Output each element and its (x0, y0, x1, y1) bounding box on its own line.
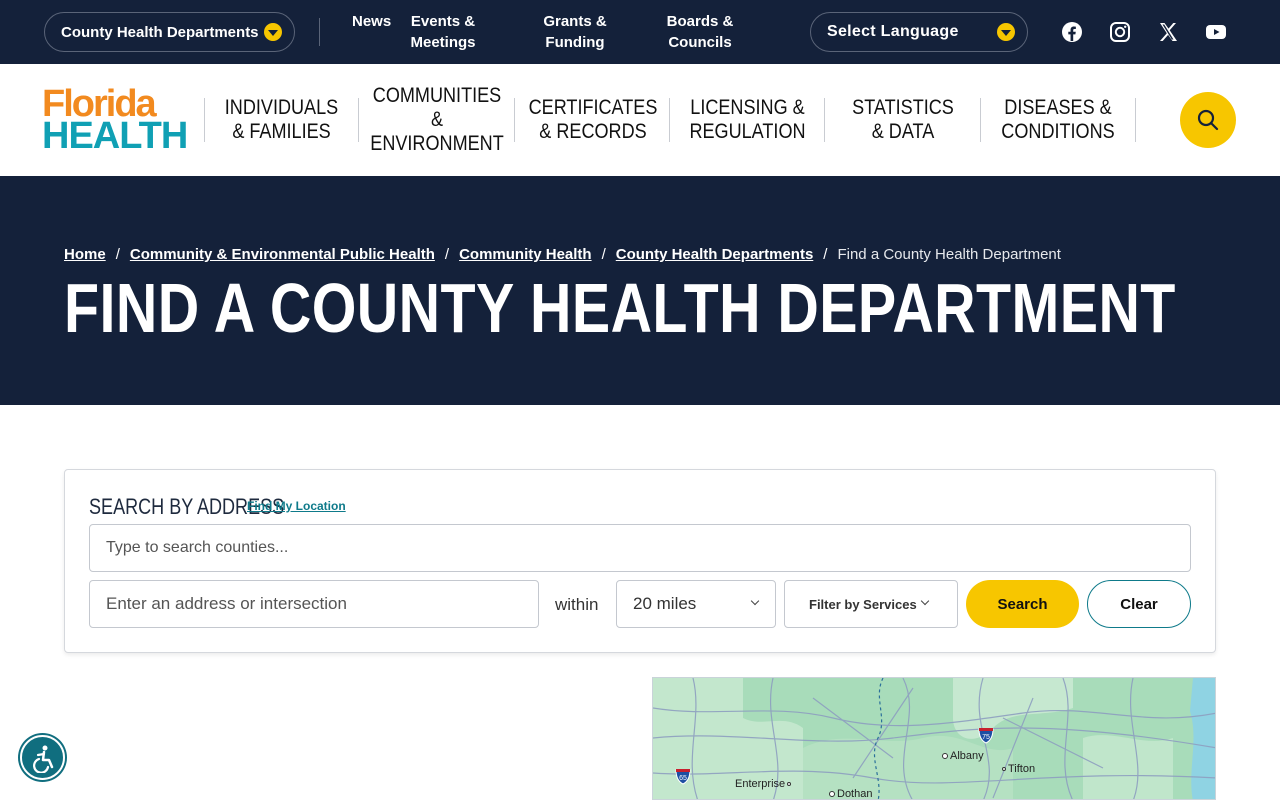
search-card: SEARCH BY ADDRESS Find My Location withi… (64, 469, 1216, 653)
divider (980, 98, 981, 142)
map-place-albany: Albany (942, 750, 984, 762)
county-dropdown-label: County Health Departments (61, 23, 259, 41)
site-search-button[interactable] (1180, 92, 1236, 148)
map-place-albany-label: Albany (950, 750, 984, 762)
interstate-shield-icon: 75 (978, 728, 994, 744)
nav-statistics-data[interactable]: STATISTICS & DATA (847, 64, 959, 176)
breadcrumb-separator: / (601, 246, 606, 263)
highway-65-label: 65 (679, 775, 687, 782)
accessibility-button[interactable] (20, 735, 65, 780)
instagram-icon[interactable] (1108, 20, 1132, 44)
distance-value: 20 miles (633, 594, 697, 613)
divider (1135, 98, 1136, 142)
chevron-down-icon (750, 596, 760, 606)
news-link[interactable]: News (352, 11, 391, 32)
map-place-dothan: Dothan (829, 788, 873, 800)
filter-services-select[interactable]: Filter by Services (784, 580, 958, 628)
map-place-enterprise-label: Enterprise (735, 778, 786, 790)
nav-diseases-conditions[interactable]: DISEASES & CONDITIONS (1000, 64, 1117, 176)
breadcrumb-home[interactable]: Home (64, 246, 106, 263)
breadcrumb-county-health-departments[interactable]: County Health Departments (616, 246, 814, 263)
youtube-icon[interactable] (1204, 20, 1228, 44)
distance-select[interactable]: 20 miles (616, 580, 776, 628)
florida-health-logo[interactable]: Florida HEALTH (42, 85, 188, 155)
filter-services-label: Filter by Services (809, 596, 917, 612)
map-place-tifton: Tifton (1002, 763, 1035, 775)
grants-funding-link[interactable]: Grants & Funding (525, 11, 625, 53)
address-input[interactable] (89, 580, 539, 628)
county-search-input[interactable] (89, 524, 1191, 572)
breadcrumb: Home / Community & Environmental Public … (64, 246, 1061, 263)
chevron-down-icon (264, 23, 282, 41)
nav-individuals-families[interactable]: INDIVIDUALS & FAMILIES (223, 64, 339, 176)
breadcrumb-separator: / (823, 246, 828, 263)
within-label: within (555, 595, 599, 614)
main-navigation: Florida HEALTH INDIVIDUALS & FAMILIES CO… (0, 64, 1280, 176)
nav-certificates-records[interactable]: CERTIFICATES & RECORDS (529, 64, 658, 176)
divider (358, 98, 359, 142)
utility-bar: County Health Departments News Events & … (0, 0, 1280, 64)
logo-text-health: HEALTH (42, 115, 188, 157)
divider (669, 98, 670, 142)
breadcrumb-current: Find a County Health Department (837, 246, 1061, 263)
interstate-shield-icon: 65 (675, 769, 691, 785)
accessibility-icon (32, 745, 53, 773)
find-my-location-link[interactable]: Find My Location (247, 499, 346, 513)
breadcrumb-separator: / (115, 246, 120, 263)
map-place-dothan-label: Dothan (837, 788, 873, 800)
x-icon[interactable] (1156, 20, 1180, 44)
boards-councils-link[interactable]: Boards & Councils (650, 11, 750, 53)
facebook-icon[interactable] (1060, 20, 1084, 44)
breadcrumb-community-environmental[interactable]: Community & Environmental Public Health (130, 246, 435, 263)
map-place-enterprise: Enterprise (735, 778, 793, 790)
divider (204, 98, 205, 142)
chevron-down-icon (997, 23, 1015, 41)
highway-75-label: 75 (982, 734, 990, 741)
search-icon (1197, 109, 1219, 131)
map[interactable]: 75 65 Albany Tifton Enterprise Dothan (652, 677, 1216, 800)
page-hero: Home / Community & Environmental Public … (0, 176, 1280, 405)
chevron-down-icon (920, 596, 930, 606)
language-select-label: Select Language (827, 23, 959, 40)
page-title: FIND A COUNTY HEALTH DEPARTMENT (64, 269, 1176, 347)
breadcrumb-separator: / (444, 246, 450, 263)
divider (319, 18, 320, 46)
nav-communities-environment[interactable]: COMMUNITIES & ENVIRONMENT (370, 64, 503, 176)
divider (514, 98, 515, 142)
breadcrumb-community-health[interactable]: Community Health (459, 246, 592, 263)
search-button[interactable]: Search (966, 580, 1079, 628)
language-select[interactable]: Select Language (810, 12, 1028, 52)
map-place-tifton-label: Tifton (1008, 763, 1036, 775)
divider (824, 98, 825, 142)
county-departments-dropdown[interactable]: County Health Departments (44, 12, 295, 52)
nav-licensing-regulation[interactable]: LICENSING & REGULATION (689, 64, 805, 176)
events-meetings-link[interactable]: Events & Meetings (398, 11, 488, 53)
clear-button[interactable]: Clear (1087, 580, 1191, 628)
